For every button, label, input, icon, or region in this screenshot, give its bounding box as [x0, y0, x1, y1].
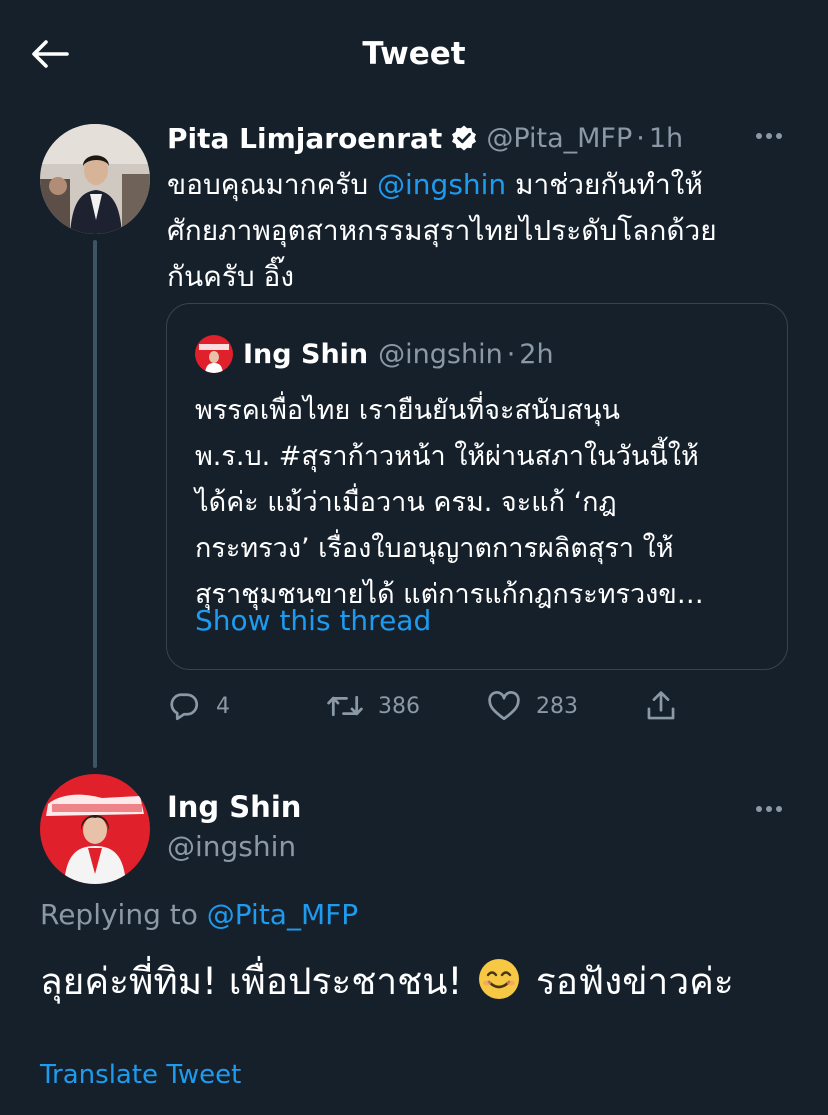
tweet-detail-page: Tweet Pita Limjaroenrat @Pita_MFP · 1h ข… — [0, 0, 828, 1115]
translate-tweet-link[interactable]: Translate Tweet — [40, 1060, 241, 1090]
tweet-text: ขอบคุณมากครับ @ingshin มาช่วยกันทำให้ ศั… — [167, 168, 717, 293]
tweet-time[interactable]: 1h — [649, 123, 683, 154]
page-title: Tweet — [362, 36, 466, 72]
reply-count: 4 — [216, 693, 230, 719]
thread-connector-line — [93, 240, 97, 768]
quoted-tweet-card[interactable]: Ing Shin @ingshin · 2h พรรคเพื่อไทย เราย… — [166, 303, 788, 670]
retweet-icon — [327, 695, 363, 717]
separator-dot: · — [506, 338, 516, 370]
separator-dot: · — [636, 122, 645, 154]
top-bar: Tweet — [0, 0, 828, 108]
reply-icon — [170, 693, 199, 721]
author-handle[interactable]: @Pita_MFP — [486, 123, 632, 154]
replying-to-mention[interactable]: @Pita_MFP — [207, 898, 358, 931]
reply-text: ลุยค่ะพี่ทิม! เพื่อประชาชน! รอฟังข่าวค่ะ — [40, 955, 800, 1015]
quoted-author-name: Ing Shin — [243, 338, 369, 370]
smiling-face-emoji-icon — [478, 958, 520, 1015]
like-count: 283 — [536, 693, 578, 719]
reply-author-name[interactable]: Ing Shin — [167, 790, 301, 824]
more-options-button[interactable] — [756, 806, 782, 812]
mention-link[interactable]: @ingshin — [377, 168, 506, 201]
share-button[interactable] — [644, 684, 678, 728]
more-dots-icon — [756, 806, 762, 812]
reply-author-handle[interactable]: @ingshin — [167, 830, 296, 863]
quoted-tweet-text: พรรคเพื่อไทย เรายืนยันที่จะสนับสนุน พ.ร.… — [195, 395, 704, 610]
quoted-author-handle: @ingshin — [378, 338, 503, 370]
replying-to-line: Replying to @Pita_MFP — [40, 898, 359, 931]
retweet-count: 386 — [378, 693, 420, 719]
quoted-tweet-time: 2h — [519, 338, 554, 370]
more-dots-icon — [756, 133, 762, 139]
like-button[interactable]: 283 — [486, 684, 578, 728]
retweet-button[interactable]: 386 — [326, 684, 420, 728]
more-options-button[interactable] — [756, 133, 782, 139]
avatar-pita[interactable] — [40, 124, 150, 234]
author-name[interactable]: Pita Limjaroenrat — [167, 122, 442, 155]
share-icon — [647, 691, 675, 720]
tweet-action-bar: 4 386 283 — [166, 684, 706, 728]
show-thread-link[interactable]: Show this thread — [195, 604, 431, 637]
reply-button[interactable]: 4 — [166, 684, 230, 728]
avatar-ing-shin-small — [195, 335, 233, 373]
quoted-author-row: Ing Shin @ingshin · 2h — [195, 334, 554, 374]
tweet-author-row: Pita Limjaroenrat @Pita_MFP · 1h — [167, 118, 683, 158]
avatar-ing-shin[interactable] — [40, 774, 150, 884]
heart-icon — [488, 691, 520, 721]
verified-badge-icon — [450, 124, 478, 152]
